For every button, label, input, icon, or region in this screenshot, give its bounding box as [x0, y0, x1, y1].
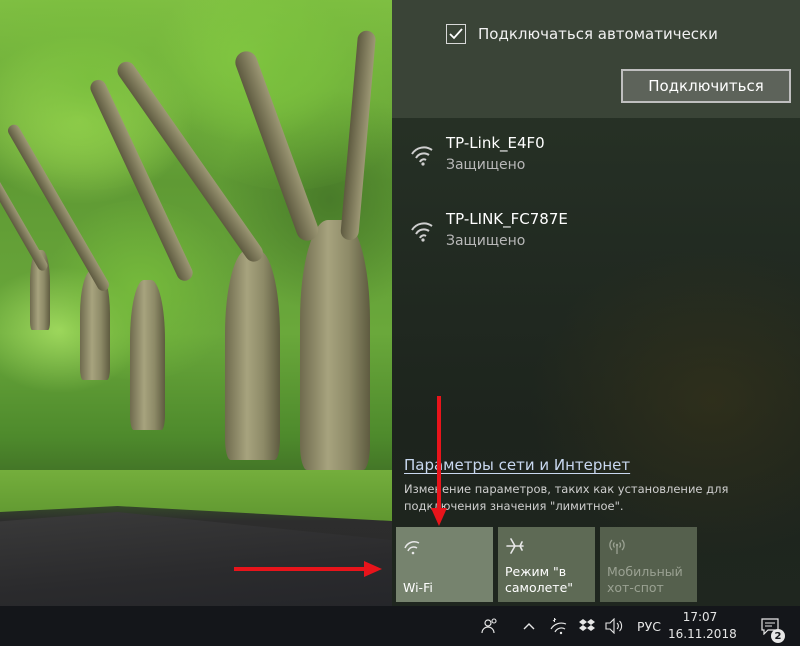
clock-time: 17:07	[682, 610, 718, 624]
tree-trunk	[130, 280, 165, 430]
wifi-tile-label: Wi-Fi	[403, 580, 433, 595]
hotspot-label-line2: хот-спот	[607, 580, 664, 595]
wifi-secured-icon	[411, 222, 433, 242]
network-tray-button[interactable]	[546, 606, 570, 646]
hotspot-tile-label: Мобильный хот-спот	[607, 564, 683, 596]
show-hidden-icons-button[interactable]	[520, 606, 538, 646]
desktop-wallpaper	[0, 0, 392, 606]
taskbar: РУС 17:07 16.11.2018 2	[0, 606, 800, 646]
network-item[interactable]: TP-Link_E4F0 Защищено	[408, 134, 788, 192]
network-flyout: Подключаться автоматически Подключиться …	[392, 0, 800, 606]
network-status: Защищено	[446, 233, 526, 249]
mobile-hotspot-tile[interactable]: Мобильный хот-спот	[600, 527, 697, 602]
wifi-toggle-tile[interactable]: Wi-Fi	[396, 527, 493, 602]
hotspot-label-line1: Мобильный	[607, 564, 683, 579]
network-ssid: TP-Link_E4F0	[446, 134, 545, 152]
hotspot-icon	[609, 539, 625, 554]
wifi-icon	[550, 618, 567, 635]
clock-date: 16.11.2018	[668, 627, 737, 641]
network-ssid: TP-LINK_FC787E	[446, 210, 568, 228]
wifi-icon	[404, 541, 420, 555]
chevron-up-icon	[523, 623, 535, 630]
selected-network-panel: Подключаться автоматически Подключиться	[392, 0, 800, 118]
dropbox-tray-button[interactable]	[576, 606, 598, 646]
input-language-button[interactable]: РУС	[632, 606, 666, 646]
auto-connect-label: Подключаться автоматически	[478, 25, 718, 43]
network-settings-link[interactable]: Параметры сети и Интернет	[404, 456, 630, 474]
auto-connect-checkbox[interactable]	[446, 24, 466, 44]
volume-icon	[605, 618, 623, 634]
road	[0, 512, 392, 606]
dropbox-icon	[579, 619, 595, 631]
network-status: Защищено	[446, 157, 526, 173]
tree-trunk	[300, 220, 370, 470]
checkmark-icon	[449, 28, 463, 40]
tree-trunk	[225, 250, 280, 460]
people-icon	[481, 618, 497, 634]
people-button[interactable]	[476, 606, 504, 646]
airplane-label-line2: самолете"	[505, 580, 574, 595]
clock[interactable]: 17:07 16.11.2018	[668, 609, 737, 643]
airplane-icon	[506, 538, 524, 554]
auto-connect-row[interactable]: Подключаться автоматически	[446, 24, 718, 44]
network-item[interactable]: TP-LINK_FC787E Защищено	[408, 210, 788, 268]
connect-button[interactable]: Подключиться	[621, 69, 791, 103]
airplane-tile-label: Режим "в самолете"	[505, 564, 573, 596]
volume-button[interactable]	[602, 606, 626, 646]
network-settings-description: Изменение параметров, таких как установл…	[404, 482, 729, 513]
wifi-secured-icon	[411, 146, 433, 166]
notification-count-badge: 2	[771, 629, 785, 643]
airplane-label-line1: Режим "в	[505, 564, 567, 579]
airplane-mode-tile[interactable]: Режим "в самолете"	[498, 527, 595, 602]
